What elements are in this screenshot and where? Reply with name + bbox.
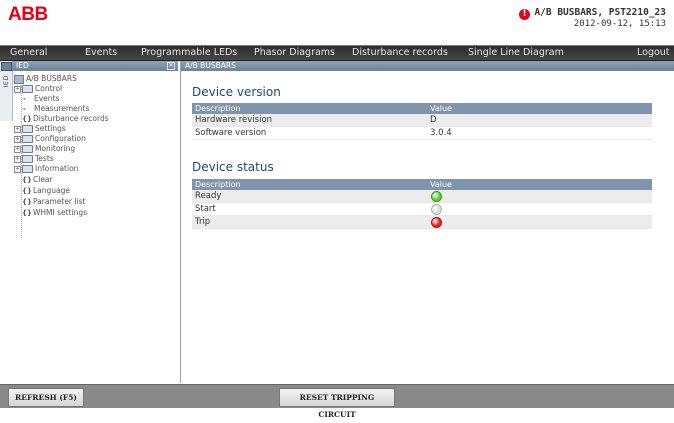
menu-events[interactable]: Events bbox=[85, 47, 117, 58]
column-value: Value bbox=[430, 180, 452, 189]
tree-item-label: Events bbox=[34, 94, 60, 103]
waveform-icon: ⌁ bbox=[22, 95, 27, 103]
tree-item-label: Monitoring bbox=[35, 144, 76, 153]
panel-title: IED bbox=[16, 61, 29, 70]
tree-item-label: Measurements bbox=[34, 104, 90, 113]
row-description: Trip bbox=[195, 217, 211, 227]
folder-icon bbox=[22, 145, 33, 153]
tree-item-label: Settings bbox=[35, 124, 66, 133]
tree-item-configuration[interactable]: + Configuration bbox=[14, 134, 86, 143]
tree-item-settings[interactable]: + Settings bbox=[14, 124, 66, 133]
parameter-icon: {} bbox=[22, 187, 32, 195]
folder-icon bbox=[22, 125, 33, 133]
expand-icon[interactable]: + bbox=[14, 125, 21, 133]
folder-icon bbox=[22, 85, 33, 93]
tree-item-label: Information bbox=[35, 164, 79, 173]
expand-icon[interactable]: + bbox=[14, 135, 21, 143]
column-description: Description bbox=[195, 104, 241, 113]
content-header: A/B BUSBARS bbox=[181, 61, 674, 71]
device-status-table: Description Value Ready Start Trip bbox=[192, 179, 652, 229]
menu-phasor-diagrams[interactable]: Phasor Diagrams bbox=[254, 47, 335, 58]
parameter-icon: {} bbox=[22, 198, 32, 206]
parameter-icon: {} bbox=[22, 115, 32, 123]
expand-icon[interactable]: + bbox=[14, 155, 21, 163]
menu-logout[interactable]: Logout bbox=[637, 47, 670, 58]
tree-item-language[interactable]: {}Language bbox=[22, 186, 70, 196]
tree-item-label: Control bbox=[35, 84, 63, 93]
abb-logo: ABB bbox=[8, 4, 48, 25]
row-description: Start bbox=[195, 204, 216, 214]
table-row: Start bbox=[192, 203, 652, 216]
tree-item-label: Disturbance records bbox=[33, 114, 109, 123]
trip-indicator-icon bbox=[431, 217, 442, 228]
device-version-table: Description Value Hardware revision D So… bbox=[192, 103, 652, 140]
device-icon bbox=[14, 74, 24, 84]
tree-item-disturbance-records[interactable]: {}Disturbance records bbox=[22, 114, 109, 124]
parameter-icon: {} bbox=[22, 209, 32, 217]
alarm-icon[interactable]: ! bbox=[519, 9, 530, 20]
device-version-title: Device version bbox=[192, 85, 281, 99]
expand-icon[interactable]: + bbox=[14, 165, 21, 173]
tree-item-label: Clear bbox=[33, 175, 53, 184]
menu-programmable-leds[interactable]: Programmable LEDs bbox=[141, 47, 237, 58]
tree-item-monitoring[interactable]: + Monitoring bbox=[14, 144, 75, 153]
folder-icon bbox=[22, 135, 33, 143]
tree-item-label: Language bbox=[33, 186, 71, 195]
table-header: Description Value bbox=[192, 103, 652, 114]
table-row: Hardware revision D bbox=[192, 114, 652, 127]
tree-item-label: A/B BUSBARS bbox=[26, 74, 77, 83]
tree-item-label: Configuration bbox=[35, 134, 86, 143]
tree-item-label: Tests bbox=[35, 154, 54, 163]
row-value: D bbox=[430, 115, 437, 125]
tree-item-whmi-settings[interactable]: {}WHMI settings bbox=[22, 208, 87, 218]
table-row: Software version 3.0.4 bbox=[192, 127, 652, 140]
row-description: Hardware revision bbox=[195, 115, 273, 125]
waveform-icon: ⌁ bbox=[22, 105, 27, 113]
tree-item-control[interactable]: + Control bbox=[14, 84, 62, 93]
tree-item-label: WHMI settings bbox=[33, 208, 88, 217]
device-status-title: Device status bbox=[192, 160, 274, 174]
side-tab-label: IED bbox=[2, 75, 10, 88]
ready-indicator-icon bbox=[431, 191, 442, 202]
tree-item-information[interactable]: + Information bbox=[14, 164, 78, 173]
bottom-toolbar: REFRESH (F5) RESET TRIPPING CIRCUIT bbox=[0, 384, 674, 419]
start-indicator-icon bbox=[431, 204, 442, 215]
folder-icon bbox=[22, 165, 33, 173]
refresh-button[interactable]: REFRESH (F5) bbox=[8, 388, 84, 407]
tree-item-tests[interactable]: + Tests bbox=[14, 154, 54, 163]
column-value: Value bbox=[430, 104, 452, 113]
breadcrumb: A/B BUSBARS bbox=[185, 61, 236, 70]
table-row: Ready bbox=[192, 190, 652, 203]
tree-item-label: Parameter list bbox=[33, 197, 86, 206]
expand-icon[interactable]: + bbox=[14, 85, 21, 93]
menu-disturbance-records[interactable]: Disturbance records bbox=[352, 47, 448, 58]
row-description: Ready bbox=[195, 191, 222, 201]
main-menu: General Events Programmable LEDs Phasor … bbox=[0, 45, 674, 61]
table-row: Trip bbox=[192, 216, 652, 229]
row-description: Software version bbox=[195, 128, 267, 138]
expand-icon[interactable]: + bbox=[14, 145, 21, 153]
column-description: Description bbox=[195, 180, 241, 189]
parameter-icon: {} bbox=[22, 176, 32, 184]
tree-item-parameter-list[interactable]: {}Parameter list bbox=[22, 197, 85, 207]
tree-item-clear[interactable]: {}Clear bbox=[22, 175, 53, 185]
app-header: ABB ! A/B BUSBARS, PST2210_23 2012-09-12… bbox=[0, 0, 674, 44]
row-value: 3.0.4 bbox=[430, 128, 452, 138]
device-name: A/B BUSBARS, PST2210_23 bbox=[534, 7, 666, 18]
device-datetime: 2012-09-12, 15:13 bbox=[573, 19, 666, 29]
tree-item-events[interactable]: ⌁ Events bbox=[22, 94, 59, 104]
panel-icon bbox=[1, 62, 12, 71]
reset-tripping-circuit-button[interactable]: RESET TRIPPING CIRCUIT bbox=[279, 388, 395, 419]
close-icon[interactable]: ✕ bbox=[167, 62, 175, 70]
menu-single-line-diagram[interactable]: Single Line Diagram bbox=[468, 47, 564, 58]
panel-header: IED ✕ bbox=[12, 61, 178, 71]
navigation-panel: IED IED ✕ A/B BUSBARS + Control ⌁ Events ⌁… bbox=[0, 61, 181, 383]
tree-item-measurements[interactable]: ⌁ Measurements bbox=[22, 104, 89, 114]
menu-general[interactable]: General bbox=[10, 47, 47, 58]
folder-icon bbox=[22, 155, 33, 163]
main-content: A/B BUSBARS Device version Description V… bbox=[181, 61, 674, 383]
tree-item-root[interactable]: A/B BUSBARS bbox=[14, 74, 77, 84]
table-header: Description Value bbox=[192, 179, 652, 190]
